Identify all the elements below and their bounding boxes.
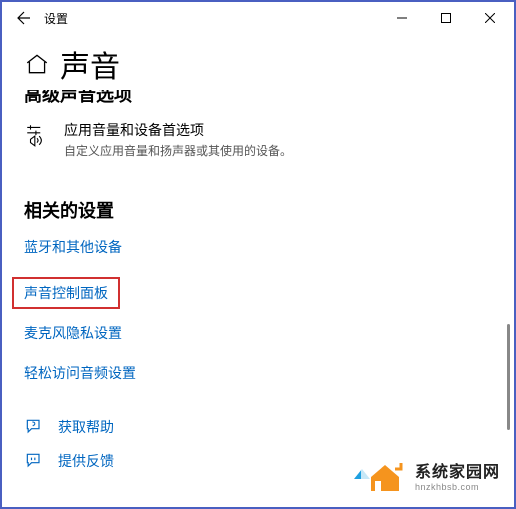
minimize-icon — [397, 13, 407, 23]
back-button[interactable] — [4, 2, 44, 34]
app-volume-title: 应用音量和设备首选项 — [64, 120, 292, 140]
watermark-name: 系统家园网 — [415, 458, 500, 482]
watermark-url: hnzkhbsb.com — [415, 482, 500, 492]
page-title: 声音 — [60, 42, 120, 86]
link-feedback-label: 提供反馈 — [58, 451, 114, 471]
close-icon — [485, 13, 495, 23]
link-sound-control-panel[interactable]: 声音控制面板 — [12, 277, 120, 309]
watermark: 系统家园网 hnzkhbsb.com — [361, 453, 504, 497]
link-ease-audio[interactable]: 轻松访问音频设置 — [24, 363, 492, 383]
close-button[interactable] — [468, 2, 512, 34]
watermark-logo-icon — [365, 455, 405, 495]
scrollbar[interactable] — [507, 324, 510, 430]
link-get-help-label: 获取帮助 — [58, 417, 114, 437]
sliders-volume-icon — [24, 122, 50, 148]
home-icon — [24, 51, 50, 77]
arrow-left-icon — [16, 10, 32, 26]
window-title: 设置 — [44, 10, 68, 27]
app-volume-option[interactable]: 应用音量和设备首选项 自定义应用音量和扬声器或其使用的设备。 — [24, 120, 492, 159]
related-settings-heading: 相关的设置 — [24, 197, 492, 223]
maximize-button[interactable] — [424, 2, 468, 34]
link-bluetooth[interactable]: 蓝牙和其他设备 — [24, 237, 492, 257]
help-chat-icon — [24, 417, 44, 437]
maximize-icon — [441, 13, 451, 23]
minimize-button[interactable] — [380, 2, 424, 34]
app-volume-desc: 自定义应用音量和扬声器或其使用的设备。 — [64, 142, 292, 159]
link-mic-privacy[interactable]: 麦克风隐私设置 — [24, 323, 492, 343]
section-advanced-cut: 高级声音选项 — [24, 90, 492, 108]
link-get-help[interactable]: 获取帮助 — [24, 417, 492, 437]
feedback-icon — [24, 451, 44, 471]
